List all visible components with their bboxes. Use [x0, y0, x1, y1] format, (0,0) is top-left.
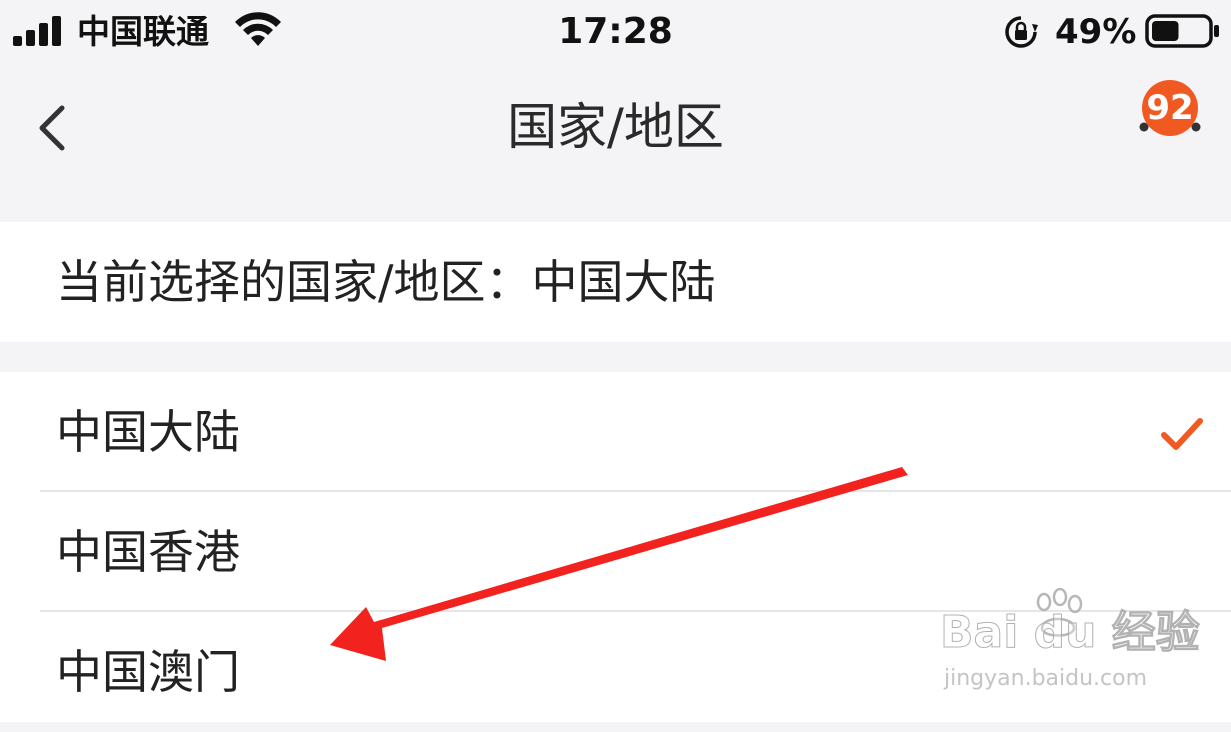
more-button[interactable]: 92	[1128, 80, 1218, 156]
status-time: 17:28	[558, 11, 673, 52]
checkmark-icon	[1161, 418, 1203, 450]
orientation-lock-icon	[1005, 16, 1038, 48]
list-item-label: 中国香港	[56, 525, 240, 579]
page-title-container: 国家/地区	[0, 94, 1231, 160]
status-bar: 中国联通 17:28 49%	[0, 0, 1231, 66]
carrier-label: 中国联通	[77, 12, 209, 51]
nav-bar: 国家/地区 92	[0, 66, 1231, 222]
current-selection-text: 当前选择的国家/地区：中国大陆	[56, 255, 716, 309]
list-item-label: 中国澳门	[56, 645, 240, 699]
list-item-label: 中国大陆	[56, 405, 240, 459]
battery-icon	[1145, 14, 1219, 48]
wifi-icon	[235, 12, 281, 46]
notification-badge: 92	[1142, 80, 1198, 136]
page-title: 国家/地区	[507, 98, 724, 156]
battery-percent: 49%	[1055, 12, 1137, 52]
signal-icon	[13, 16, 61, 46]
current-selection-panel: 当前选择的国家/地区：中国大陆	[0, 222, 1231, 342]
annotation-arrow	[330, 467, 908, 661]
back-button[interactable]	[28, 96, 78, 156]
chevron-left-icon	[39, 105, 65, 151]
